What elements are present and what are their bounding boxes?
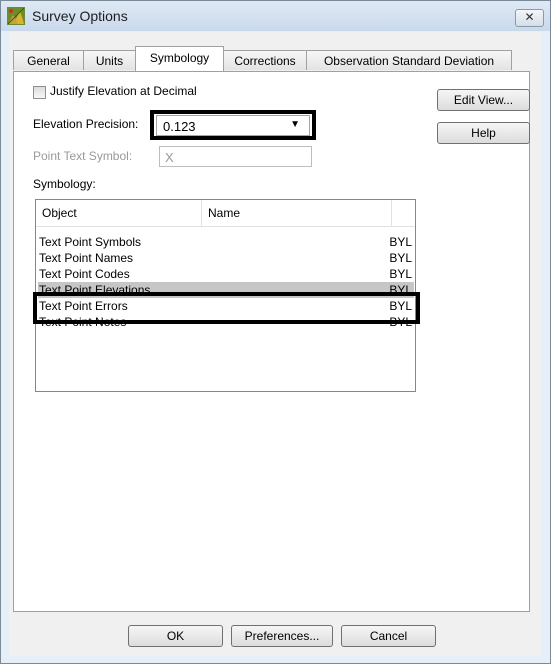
ok-button[interactable]: OK <box>128 625 223 647</box>
elevation-precision-dropdown[interactable]: 0.123 ▼ <box>156 115 310 136</box>
item-object: Text Point Elevations <box>39 283 151 297</box>
list-item[interactable]: Text Point Names BYL <box>38 250 414 266</box>
elevation-precision-label: Elevation Precision: <box>33 117 139 131</box>
point-text-symbol-label: Point Text Symbol: <box>33 149 133 163</box>
item-value: BYL <box>389 235 412 249</box>
symbology-list-label: Symbology: <box>33 177 96 191</box>
preferences-button[interactable]: Preferences... <box>231 625 333 647</box>
tab-symbology[interactable]: Symbology <box>135 46 224 71</box>
title-bar: Survey Options ✕ <box>1 1 550 31</box>
list-item[interactable]: Text Point Symbols BYL <box>38 234 414 250</box>
window-title: Survey Options <box>32 8 128 24</box>
symbology-list[interactable]: Object Name Text Point Symbols BYL Text … <box>35 199 416 392</box>
column-header-name[interactable]: Name <box>202 200 392 226</box>
item-value: BYL <box>389 299 412 313</box>
tab-strip: General Units Symbology Corrections Obse… <box>13 46 533 72</box>
chevron-down-icon: ▼ <box>290 119 300 130</box>
point-text-symbol-value: X <box>165 150 174 165</box>
item-object: Text Point Notes <box>39 315 127 329</box>
elevation-precision-value: 0.123 <box>163 119 196 134</box>
item-object: Text Point Symbols <box>39 235 142 249</box>
item-object: Text Point Names <box>39 251 134 265</box>
help-button[interactable]: Help <box>437 122 530 144</box>
close-button[interactable]: ✕ <box>515 9 544 27</box>
list-item[interactable]: Text Point Notes BYL <box>38 314 414 330</box>
list-header: Object Name <box>36 200 415 227</box>
item-value: BYL <box>389 315 412 329</box>
list-item-selected[interactable]: Text Point Elevations BYL <box>38 282 414 298</box>
edit-view-button[interactable]: Edit View... <box>437 89 530 111</box>
dialog-client-area: General Units Symbology Corrections Obse… <box>9 32 542 656</box>
item-value: BYL <box>389 283 412 297</box>
survey-app-icon <box>7 7 25 25</box>
cancel-button[interactable]: Cancel <box>341 625 436 647</box>
column-header-object[interactable]: Object <box>36 200 202 226</box>
list-item[interactable]: Text Point Errors BYL <box>38 298 414 314</box>
survey-options-window: Survey Options ✕ General Units Symbology… <box>0 0 551 664</box>
tab-general[interactable]: General <box>13 50 84 70</box>
justify-elevation-checkbox[interactable] <box>33 86 46 99</box>
tab-units[interactable]: Units <box>83 50 136 70</box>
item-object: Text Point Errors <box>39 299 128 313</box>
item-value: BYL <box>389 267 412 281</box>
item-object: Text Point Codes <box>39 267 130 281</box>
list-item[interactable]: Text Point Codes BYL <box>38 266 414 282</box>
justify-elevation-label: Justify Elevation at Decimal <box>50 84 197 98</box>
item-value: BYL <box>389 251 412 265</box>
tab-corrections[interactable]: Corrections <box>223 50 307 70</box>
tab-observation-standard-deviation[interactable]: Observation Standard Deviation <box>306 50 512 70</box>
point-text-symbol-field: X <box>159 146 312 167</box>
